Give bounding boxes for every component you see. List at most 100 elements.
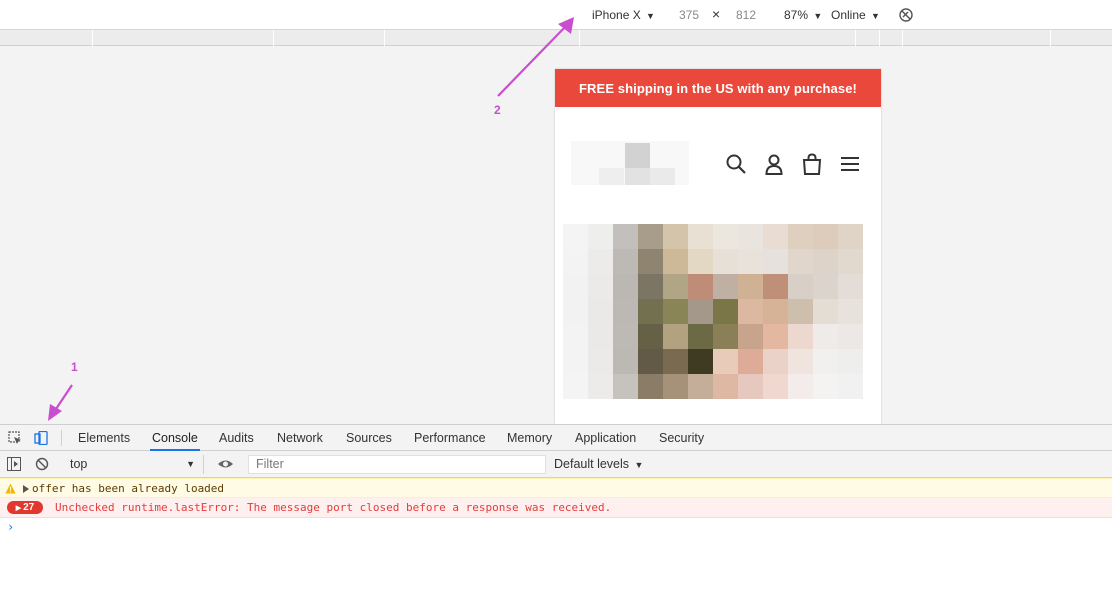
hero-pixel bbox=[588, 374, 613, 399]
hero-pixel bbox=[638, 274, 663, 299]
hero-pixel bbox=[638, 374, 663, 399]
chevron-down-icon: ▼ bbox=[634, 460, 644, 470]
account-icon[interactable] bbox=[763, 153, 785, 175]
tab-sources[interactable]: Sources bbox=[344, 425, 394, 451]
tab-network[interactable]: Network bbox=[275, 425, 325, 451]
hero-pixel bbox=[813, 224, 838, 249]
bag-icon[interactable] bbox=[801, 153, 823, 175]
hero-pixel bbox=[638, 324, 663, 349]
eye-icon[interactable] bbox=[217, 457, 234, 471]
tab-memory[interactable]: Memory bbox=[505, 425, 554, 451]
ruler-tick bbox=[1050, 30, 1051, 46]
rotate-icon[interactable] bbox=[898, 7, 914, 23]
width-input[interactable]: 375 bbox=[679, 8, 699, 22]
hero-pixel bbox=[713, 324, 738, 349]
hero-pixel bbox=[738, 299, 763, 324]
hero-image[interactable] bbox=[563, 219, 881, 414]
hero-pixel bbox=[738, 374, 763, 399]
hero-pixel bbox=[588, 324, 613, 349]
height-input[interactable]: 812 bbox=[736, 8, 756, 22]
tab-console[interactable]: Console bbox=[150, 425, 200, 451]
hero-pixel bbox=[838, 224, 863, 249]
hero-pixel bbox=[613, 274, 638, 299]
expand-triangle-icon[interactable] bbox=[23, 485, 29, 493]
hero-pixel bbox=[788, 374, 813, 399]
hero-pixel bbox=[713, 299, 738, 324]
hero-pixel bbox=[688, 274, 713, 299]
hero-pixel bbox=[788, 299, 813, 324]
hero-pixel bbox=[638, 299, 663, 324]
device-select[interactable]: iPhone X ▼ bbox=[592, 8, 655, 22]
toolbar-divider bbox=[61, 430, 62, 446]
tab-elements[interactable]: Elements bbox=[76, 425, 132, 451]
hero-pixel bbox=[663, 349, 688, 374]
hero-pixel bbox=[813, 349, 838, 374]
hero-pixel bbox=[738, 224, 763, 249]
hero-pixel bbox=[838, 349, 863, 374]
tab-application[interactable]: Application bbox=[573, 425, 638, 451]
console-messages: offer has been already loaded ▶ 27 Unche… bbox=[0, 478, 1112, 593]
devtools-window: iPhone X ▼ 375 × 812 87% ▼ Online ▼ FREE… bbox=[0, 0, 1112, 593]
search-icon[interactable] bbox=[725, 153, 747, 175]
log-levels-select[interactable]: Default levels ▼ bbox=[554, 457, 643, 471]
ruler-tick bbox=[273, 30, 274, 46]
sidebar-toggle-icon[interactable] bbox=[7, 457, 21, 471]
promo-banner[interactable]: FREE shipping in the US with any purchas… bbox=[555, 69, 881, 107]
device-toolbar: iPhone X ▼ 375 × 812 87% ▼ Online ▼ bbox=[0, 0, 1112, 30]
tab-audits[interactable]: Audits bbox=[217, 425, 256, 451]
console-warning-row[interactable]: offer has been already loaded bbox=[0, 478, 1112, 498]
console-prompt[interactable]: › bbox=[7, 520, 14, 534]
media-query-ruler[interactable] bbox=[0, 30, 1112, 46]
hero-pixel bbox=[713, 224, 738, 249]
inspect-element-icon[interactable] bbox=[8, 431, 22, 445]
hero-pixel bbox=[838, 249, 863, 274]
emulated-page[interactable]: FREE shipping in the US with any purchas… bbox=[555, 69, 881, 424]
hero-pixel bbox=[563, 299, 588, 324]
hero-pixel bbox=[613, 224, 638, 249]
hero-pixel bbox=[663, 224, 688, 249]
tab-performance[interactable]: Performance bbox=[412, 425, 488, 451]
chevron-down-icon: ▼ bbox=[813, 11, 823, 21]
hero-pixel bbox=[763, 324, 788, 349]
ruler-tick bbox=[902, 30, 903, 46]
hero-pixel bbox=[763, 374, 788, 399]
hero-pixel bbox=[588, 349, 613, 374]
store-logo[interactable] bbox=[571, 141, 689, 185]
hero-pixel bbox=[738, 349, 763, 374]
tab-security[interactable]: Security bbox=[657, 425, 706, 451]
hero-pixel bbox=[788, 349, 813, 374]
hero-pixel bbox=[563, 274, 588, 299]
hero-pixel bbox=[613, 349, 638, 374]
hero-pixel bbox=[763, 224, 788, 249]
chevron-down-icon: ▼ bbox=[646, 11, 655, 21]
hero-pixel bbox=[813, 299, 838, 324]
hero-pixel bbox=[813, 374, 838, 399]
hero-pixel bbox=[588, 274, 613, 299]
zoom-label: 87% bbox=[784, 8, 809, 22]
dimension-separator: × bbox=[712, 6, 721, 22]
chevron-down-icon: ▼ bbox=[871, 11, 880, 21]
hero-pixel bbox=[713, 274, 738, 299]
hero-pixel bbox=[738, 274, 763, 299]
context-select[interactable]: top ▼ bbox=[62, 455, 204, 474]
console-error-row[interactable]: ▶ 27 Unchecked runtime.lastError: The me… bbox=[0, 498, 1112, 518]
hero-pixel bbox=[763, 249, 788, 274]
throttling-select[interactable]: Online ▼ bbox=[831, 8, 880, 22]
hero-pixel bbox=[663, 299, 688, 324]
hero-pixel bbox=[738, 324, 763, 349]
hero-pixel bbox=[688, 224, 713, 249]
device-viewport: FREE shipping in the US with any purchas… bbox=[0, 47, 1112, 424]
console-toolbar: top ▼ Filter Default levels ▼ bbox=[0, 451, 1112, 478]
annotation-1: 1 bbox=[71, 360, 78, 374]
filter-input[interactable]: Filter bbox=[248, 455, 546, 474]
device-toolbar-toggle-icon[interactable] bbox=[34, 431, 48, 445]
hero-pixel bbox=[763, 349, 788, 374]
hero-pixel bbox=[688, 299, 713, 324]
hero-pixel bbox=[738, 249, 763, 274]
menu-icon[interactable] bbox=[839, 153, 861, 175]
zoom-select[interactable]: 87% ▼ bbox=[784, 8, 822, 22]
ruler-tick bbox=[579, 30, 580, 46]
clear-console-icon[interactable] bbox=[35, 457, 49, 471]
hero-pixel bbox=[588, 249, 613, 274]
hero-pixel bbox=[688, 249, 713, 274]
